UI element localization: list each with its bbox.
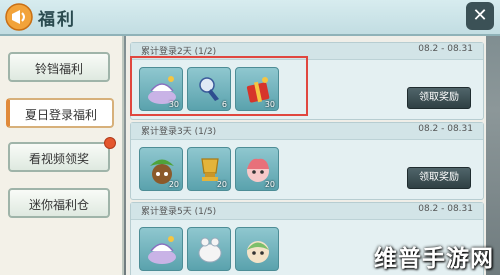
reward-card: 累计登录3天 (1/3) 08.2 - 08.31 20 20 20 领取奖励 bbox=[130, 122, 484, 200]
card-title: 累计登录3天 (1/3) bbox=[141, 127, 217, 137]
reward-slot[interactable] bbox=[139, 227, 183, 271]
white-pet-icon bbox=[198, 237, 222, 263]
title-bar: 福利 ✕ bbox=[0, 0, 500, 36]
close-icon: ✕ bbox=[472, 5, 488, 26]
sidebar-item-bell-welfare[interactable]: 铃铛福利 bbox=[8, 52, 110, 82]
megaphone-icon bbox=[5, 3, 33, 31]
card-date: 08.2 - 08.31 bbox=[418, 124, 473, 134]
card-title: 累计登录5天 (1/5) bbox=[141, 207, 217, 217]
claim-reward-button[interactable]: 领取奖励 bbox=[407, 87, 471, 109]
highlight-annotation bbox=[130, 56, 308, 116]
sidebar-item-mini-warehouse[interactable]: 迷你福利仓 bbox=[8, 188, 110, 218]
card-header: 累计登录5天 (1/5) 08.2 - 08.31 bbox=[131, 203, 483, 220]
sidebar-item-label: 看视频领奖 bbox=[28, 152, 89, 166]
reward-count: 20 bbox=[216, 180, 227, 189]
reward-slot[interactable] bbox=[235, 227, 279, 271]
reward-slot[interactable]: 20 bbox=[139, 147, 183, 191]
reward-count: 20 bbox=[264, 180, 275, 189]
reward-slot[interactable]: 20 bbox=[187, 147, 231, 191]
welfare-window: 福利 ✕ 铃铛福利 夏日登录福利 看视频领奖 迷你福利仓 累计登录2天 (1/2… bbox=[0, 0, 500, 275]
card-header: 累计登录3天 (1/3) 08.2 - 08.31 bbox=[131, 123, 483, 140]
watermark: 维普手游网 bbox=[374, 246, 494, 272]
card-date: 08.2 - 08.31 bbox=[418, 204, 473, 214]
sidebar-item-label: 铃铛福利 bbox=[34, 62, 83, 76]
purple-outfit-icon bbox=[148, 236, 176, 264]
close-button[interactable]: ✕ bbox=[466, 2, 494, 30]
card-date: 08.2 - 08.31 bbox=[418, 44, 473, 54]
notification-badge bbox=[104, 137, 116, 149]
claim-reward-button[interactable]: 领取奖励 bbox=[407, 167, 471, 189]
reward-slot[interactable] bbox=[187, 227, 231, 271]
sidebar: 铃铛福利 夏日登录福利 看视频领奖 迷你福利仓 bbox=[0, 36, 124, 275]
sidebar-item-label: 夏日登录福利 bbox=[24, 108, 97, 122]
sidebar-item-label: 迷你福利仓 bbox=[28, 198, 89, 212]
reward-slot[interactable]: 20 bbox=[235, 147, 279, 191]
sidebar-item-watch-video[interactable]: 看视频领奖 bbox=[8, 142, 110, 172]
window-title: 福利 bbox=[38, 10, 76, 30]
sidebar-item-summer-login[interactable]: 夏日登录福利 bbox=[6, 98, 114, 128]
reward-count: 20 bbox=[168, 180, 179, 189]
green-character-icon bbox=[247, 241, 269, 263]
